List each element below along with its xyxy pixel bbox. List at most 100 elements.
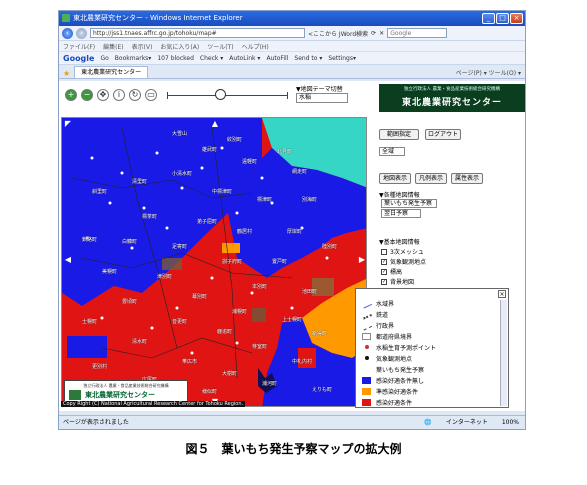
legend-display-button[interactable]: 凡例表示 bbox=[415, 173, 447, 184]
place-label: 網走町 bbox=[292, 169, 308, 175]
map-logo-name: 東北農業研究センター bbox=[85, 391, 155, 399]
place-label: 津別町 bbox=[157, 274, 173, 280]
address-row: ‹ › http://jss1.tnaes.affrc.go.jp/tohoku… bbox=[59, 26, 525, 41]
theme-select[interactable]: 水稲 bbox=[296, 93, 348, 103]
place-label: 帯広市 bbox=[182, 359, 198, 365]
legend-symbol-icon bbox=[362, 399, 371, 406]
place-label: えりも町 bbox=[312, 387, 333, 393]
range-select-button[interactable]: 範囲指定 bbox=[379, 129, 419, 140]
minimize-button[interactable]: _ bbox=[482, 13, 495, 24]
map-toolbar: + − ✥ i ↻ ▭ ▼地図テーマ切替 水稲 bbox=[59, 81, 369, 115]
toolbar-item[interactable]: Send to ▾ bbox=[294, 55, 322, 62]
place-label: 置戸町 bbox=[272, 259, 288, 265]
checkbox[interactable]: ✓ bbox=[381, 268, 387, 275]
legend-label: 葉いもち発生予察 bbox=[376, 367, 425, 374]
place-label: 美幌町 bbox=[102, 269, 118, 275]
info-icon[interactable]: i bbox=[113, 89, 125, 101]
toolbar-item[interactable]: Bookmarks▾ bbox=[115, 55, 152, 62]
forward-icon[interactable]: › bbox=[76, 27, 87, 39]
zoom-slider-track[interactable] bbox=[167, 95, 287, 96]
toolbar-item[interactable]: Check ▾ bbox=[200, 55, 223, 62]
place-label: 浦河町 bbox=[262, 381, 278, 387]
tab-tools[interactable]: ページ(P) ▾ ツール(O) ▾ bbox=[456, 68, 521, 77]
attribute-display-button[interactable]: 属性表示 bbox=[451, 173, 483, 184]
legend-label: 行政界 bbox=[376, 323, 395, 330]
print-icon[interactable]: ▭ bbox=[145, 89, 157, 101]
legend-symbol-icon bbox=[360, 298, 373, 309]
forecast-date-select[interactable]: 翌日予察 bbox=[381, 209, 421, 218]
legend-symbol-icon bbox=[362, 366, 371, 373]
place-label: 標茶町 bbox=[142, 214, 158, 220]
back-icon[interactable]: ‹ bbox=[62, 27, 73, 39]
refresh-icon[interactable]: ⟳ bbox=[371, 30, 376, 37]
base-map-check[interactable]: ✓ 標高 bbox=[381, 267, 402, 276]
menu-item[interactable]: ファイル(F) bbox=[63, 42, 95, 51]
pan-west-icon[interactable]: ◀ bbox=[64, 256, 72, 264]
address-input[interactable]: http://jss1.tnaes.affrc.go.jp/tohoku/map… bbox=[90, 28, 305, 38]
pan-north-icon[interactable]: ▲ bbox=[211, 120, 219, 128]
menu-item[interactable]: 表示(V) bbox=[132, 42, 153, 51]
map-display-button[interactable]: 地図表示 bbox=[379, 173, 411, 184]
zoom-out-icon[interactable]: − bbox=[81, 89, 93, 101]
zoom-slider-knob[interactable] bbox=[215, 89, 226, 100]
pan-east-icon[interactable]: ▶ bbox=[358, 256, 366, 264]
legend-item: 行政界 bbox=[360, 320, 395, 331]
place-label: 中標津町 bbox=[212, 189, 233, 195]
base-map-check[interactable]: 3次メッシュ bbox=[381, 247, 424, 256]
checkbox-label: 気象観測地点 bbox=[390, 259, 427, 266]
place-label: 音更町 bbox=[172, 319, 188, 325]
pan-icon[interactable]: ✥ bbox=[97, 89, 109, 101]
legend-label: 感染好適条件 bbox=[376, 400, 413, 407]
checkbox[interactable]: ✓ bbox=[381, 258, 387, 265]
menu-item[interactable]: 編集(E) bbox=[103, 42, 123, 51]
title-bar: 東北農業研究センター - Windows Internet Explorer _… bbox=[59, 11, 525, 26]
checkbox[interactable] bbox=[381, 248, 387, 255]
status-zone: インターネット bbox=[445, 419, 488, 426]
legend-label: 気象観測地点 bbox=[376, 356, 413, 363]
forecast-map[interactable]: 大雪山 雄武町 紋別町 遠軽町 北見町 網走町 小清水町 清里町 斜里町 中標津町 標津町 別海町 標茶… bbox=[61, 117, 367, 407]
slider-tick bbox=[167, 92, 168, 99]
base-map-check[interactable]: ✓ 気象観測地点 bbox=[381, 257, 426, 266]
tab-row: ★ 東北農業研究センター ページ(P) ▾ ツール(O) ▾ bbox=[59, 65, 525, 79]
banner-org: 独立行政法人 農業・食品産業技術総合研究機構 bbox=[404, 87, 500, 92]
legend-scrollbar[interactable] bbox=[500, 300, 507, 406]
place-label: 浦幌町 bbox=[232, 309, 248, 315]
toolbar-item[interactable]: AutoLink ▾ bbox=[229, 55, 260, 62]
legend-close-icon[interactable]: × bbox=[498, 290, 506, 298]
zoom-level[interactable]: 100% bbox=[502, 416, 519, 429]
pan-northwest-icon[interactable]: ◤ bbox=[64, 120, 72, 128]
place-label: 足寄町 bbox=[172, 244, 188, 250]
menu-item[interactable]: お気に入り(A) bbox=[160, 42, 199, 51]
favorites-star-icon[interactable]: ★ bbox=[63, 69, 70, 78]
toolbar-item[interactable]: Settings▾ bbox=[328, 55, 356, 62]
window-title: 東北農業研究センター - Windows Internet Explorer bbox=[73, 14, 243, 22]
legend-item: 水稲生育予測ポイント bbox=[362, 343, 436, 352]
toolbar-item[interactable]: AutoFill bbox=[266, 55, 288, 62]
zoom-in-icon[interactable]: + bbox=[65, 89, 77, 101]
tab-main[interactable]: 東北農業研究センター bbox=[74, 66, 149, 78]
address-hint: <ここから JWord検索 bbox=[308, 30, 369, 38]
toolbar-item[interactable]: 107 blocked bbox=[157, 55, 194, 62]
maximize-button[interactable]: □ bbox=[496, 13, 509, 24]
menu-item[interactable]: ヘルプ(H) bbox=[242, 42, 269, 51]
menu-item[interactable]: ツール(T) bbox=[207, 42, 233, 51]
place-label: 北見町 bbox=[277, 149, 293, 155]
toolbar-item[interactable]: Go bbox=[100, 55, 108, 62]
map-info-select[interactable]: 葉いもち発生予察 bbox=[381, 199, 437, 208]
refresh-map-icon[interactable]: ↻ bbox=[129, 89, 141, 101]
legend-label: 鉄道 bbox=[376, 312, 389, 319]
legend-item: 都道府県境界 bbox=[362, 332, 412, 341]
legend-symbol-icon bbox=[362, 344, 371, 351]
legend-symbol-icon bbox=[362, 355, 371, 362]
search-input[interactable]: Google bbox=[387, 28, 448, 38]
place-label: 豊頃町 bbox=[122, 299, 138, 305]
stop-icon[interactable]: ✕ bbox=[379, 30, 384, 37]
base-map-check[interactable]: ✓ 背景地図 bbox=[381, 277, 414, 286]
place-label: 白糠町 bbox=[122, 239, 138, 245]
checkbox[interactable]: ✓ bbox=[381, 278, 387, 285]
place-label: 士幌町 bbox=[82, 319, 98, 325]
logout-button[interactable]: ログアウト bbox=[425, 129, 461, 140]
close-button[interactable]: × bbox=[510, 13, 523, 24]
place-label: 上士幌町 bbox=[282, 317, 303, 323]
area-select[interactable]: 全域 bbox=[379, 147, 405, 156]
